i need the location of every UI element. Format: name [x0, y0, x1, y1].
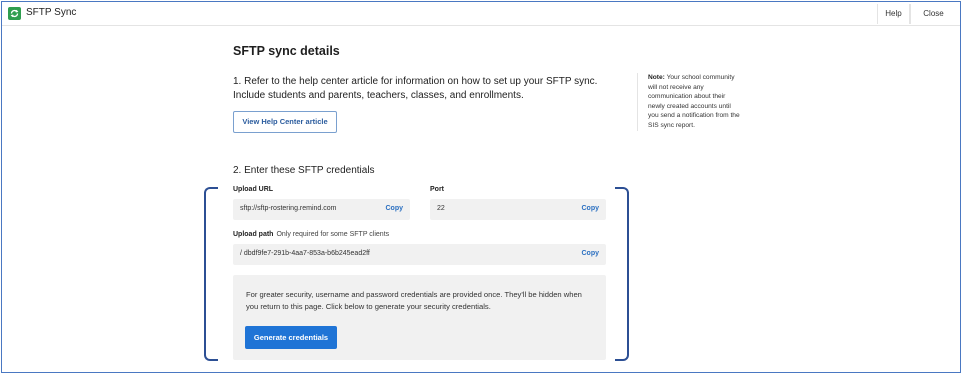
side-note: Note: Your school community will not rec…	[637, 73, 741, 131]
port-field: 22 Copy	[430, 199, 606, 220]
sync-logo-icon	[8, 7, 21, 20]
upload-url-value: sftp://sftp-rostering.remind.com	[240, 205, 337, 212]
app-title: SFTP Sync	[26, 7, 77, 18]
upload-path-value: / dbdf9fe7-291b-4aa7-853a-b6b245ead2ff	[240, 250, 370, 257]
step1-instructions: 1. Refer to the help center article for …	[233, 76, 598, 101]
port-value: 22	[437, 205, 445, 212]
left-bracket-annotation	[204, 187, 218, 361]
upload-path-field: / dbdf9fe7-291b-4aa7-853a-b6b245ead2ff C…	[233, 244, 606, 265]
page-title: SFTP sync details	[233, 44, 340, 58]
top-bar: SFTP Sync Help Close	[2, 2, 960, 26]
upload-url-field: sftp://sftp-rostering.remind.com Copy	[233, 199, 410, 220]
security-message: For greater security, username and passw…	[246, 290, 582, 311]
port-label: Port	[430, 186, 444, 193]
security-panel: For greater security, username and passw…	[233, 275, 606, 360]
upload-path-label-text: Upload path	[233, 231, 274, 238]
copy-upload-url-button[interactable]: Copy	[386, 205, 404, 212]
step2-heading: 2. Enter these SFTP credentials	[233, 165, 375, 176]
side-note-label: Note:	[648, 74, 665, 81]
copy-port-button[interactable]: Copy	[582, 205, 600, 212]
copy-upload-path-button[interactable]: Copy	[582, 250, 600, 257]
help-button[interactable]: Help	[877, 4, 910, 24]
view-help-article-button[interactable]: View Help Center article	[233, 111, 337, 133]
close-button[interactable]: Close	[910, 4, 956, 24]
right-bracket-annotation	[615, 187, 629, 361]
upload-path-label: Upload path Only required for some SFTP c…	[233, 231, 389, 238]
upload-path-hint: Only required for some SFTP clients	[276, 231, 390, 238]
side-note-text: Your school community will not receive a…	[648, 74, 740, 129]
generate-credentials-button[interactable]: Generate credentials	[245, 326, 337, 349]
upload-url-label: Upload URL	[233, 186, 274, 193]
app-window: SFTP Sync Help Close SFTP sync details 1…	[1, 1, 961, 373]
